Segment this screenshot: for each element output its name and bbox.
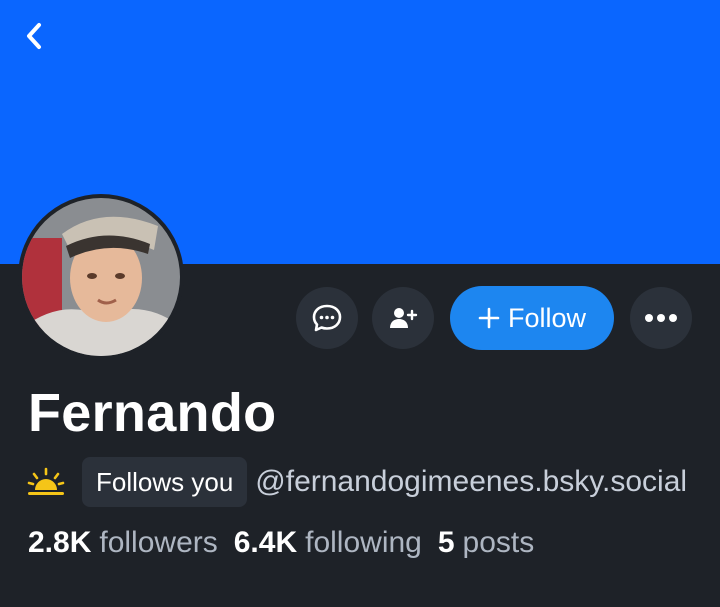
more-options-button[interactable] [630, 287, 692, 349]
avatar[interactable] [18, 194, 184, 360]
display-name: Fernando [28, 383, 277, 443]
message-button[interactable] [296, 287, 358, 349]
follow-label: Follow [507, 302, 587, 333]
more-icon [645, 314, 677, 322]
follows-you-badge: Follows you [82, 457, 248, 507]
avatar-photo [22, 198, 180, 356]
back-button[interactable] [14, 16, 54, 56]
user-handle: @fernandogimeenes.bsky.social [255, 465, 688, 498]
follow-button[interactable]: Follow [450, 286, 614, 350]
followers-count[interactable]: 2.8K [28, 526, 91, 560]
following-count[interactable]: 6.4K [234, 526, 297, 560]
following-label[interactable]: following [305, 526, 422, 560]
followers-label[interactable]: followers [99, 526, 217, 560]
posts-count: 5 [437, 526, 455, 559]
profile-stats: 2.8K followers 6.4K following 5 posts [28, 526, 550, 560]
posts-label: posts [462, 526, 535, 559]
profile-meta: Follows you @fernandogimeenes.bsky.socia… [26, 457, 687, 507]
sunrise-icon [27, 467, 65, 495]
chat-bubble-icon [312, 304, 342, 332]
chevron-left-icon [27, 23, 41, 49]
plus-icon [478, 307, 500, 329]
add-user-icon [390, 308, 418, 328]
add-user-button[interactable] [372, 287, 434, 349]
